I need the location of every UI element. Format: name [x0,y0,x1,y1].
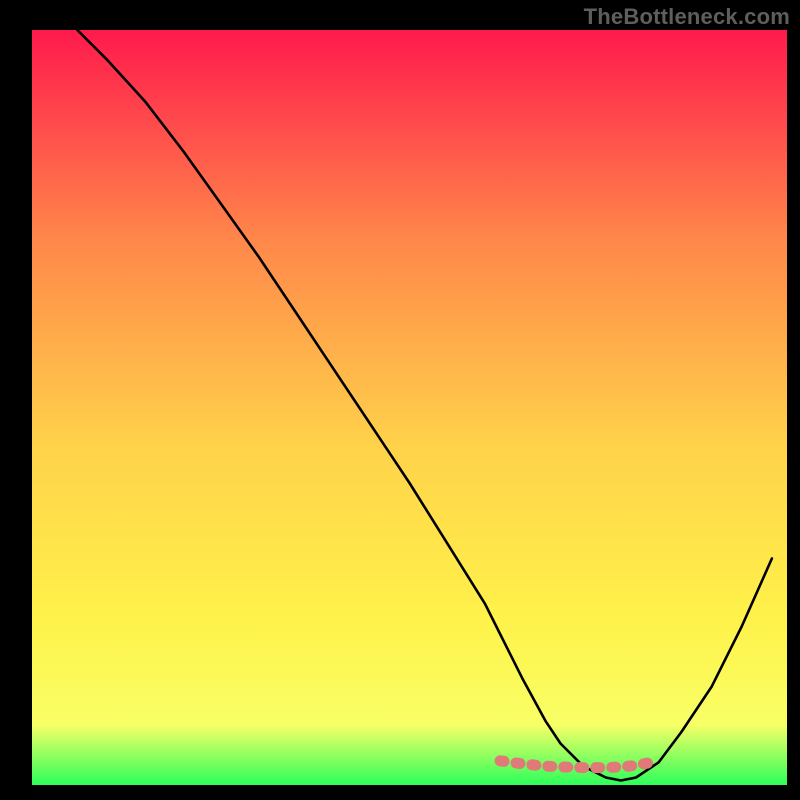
plot-area [32,30,787,785]
chart-frame: { "watermark": "TheBottleneck.com", "col… [0,0,800,800]
bottleneck-chart [0,0,800,800]
